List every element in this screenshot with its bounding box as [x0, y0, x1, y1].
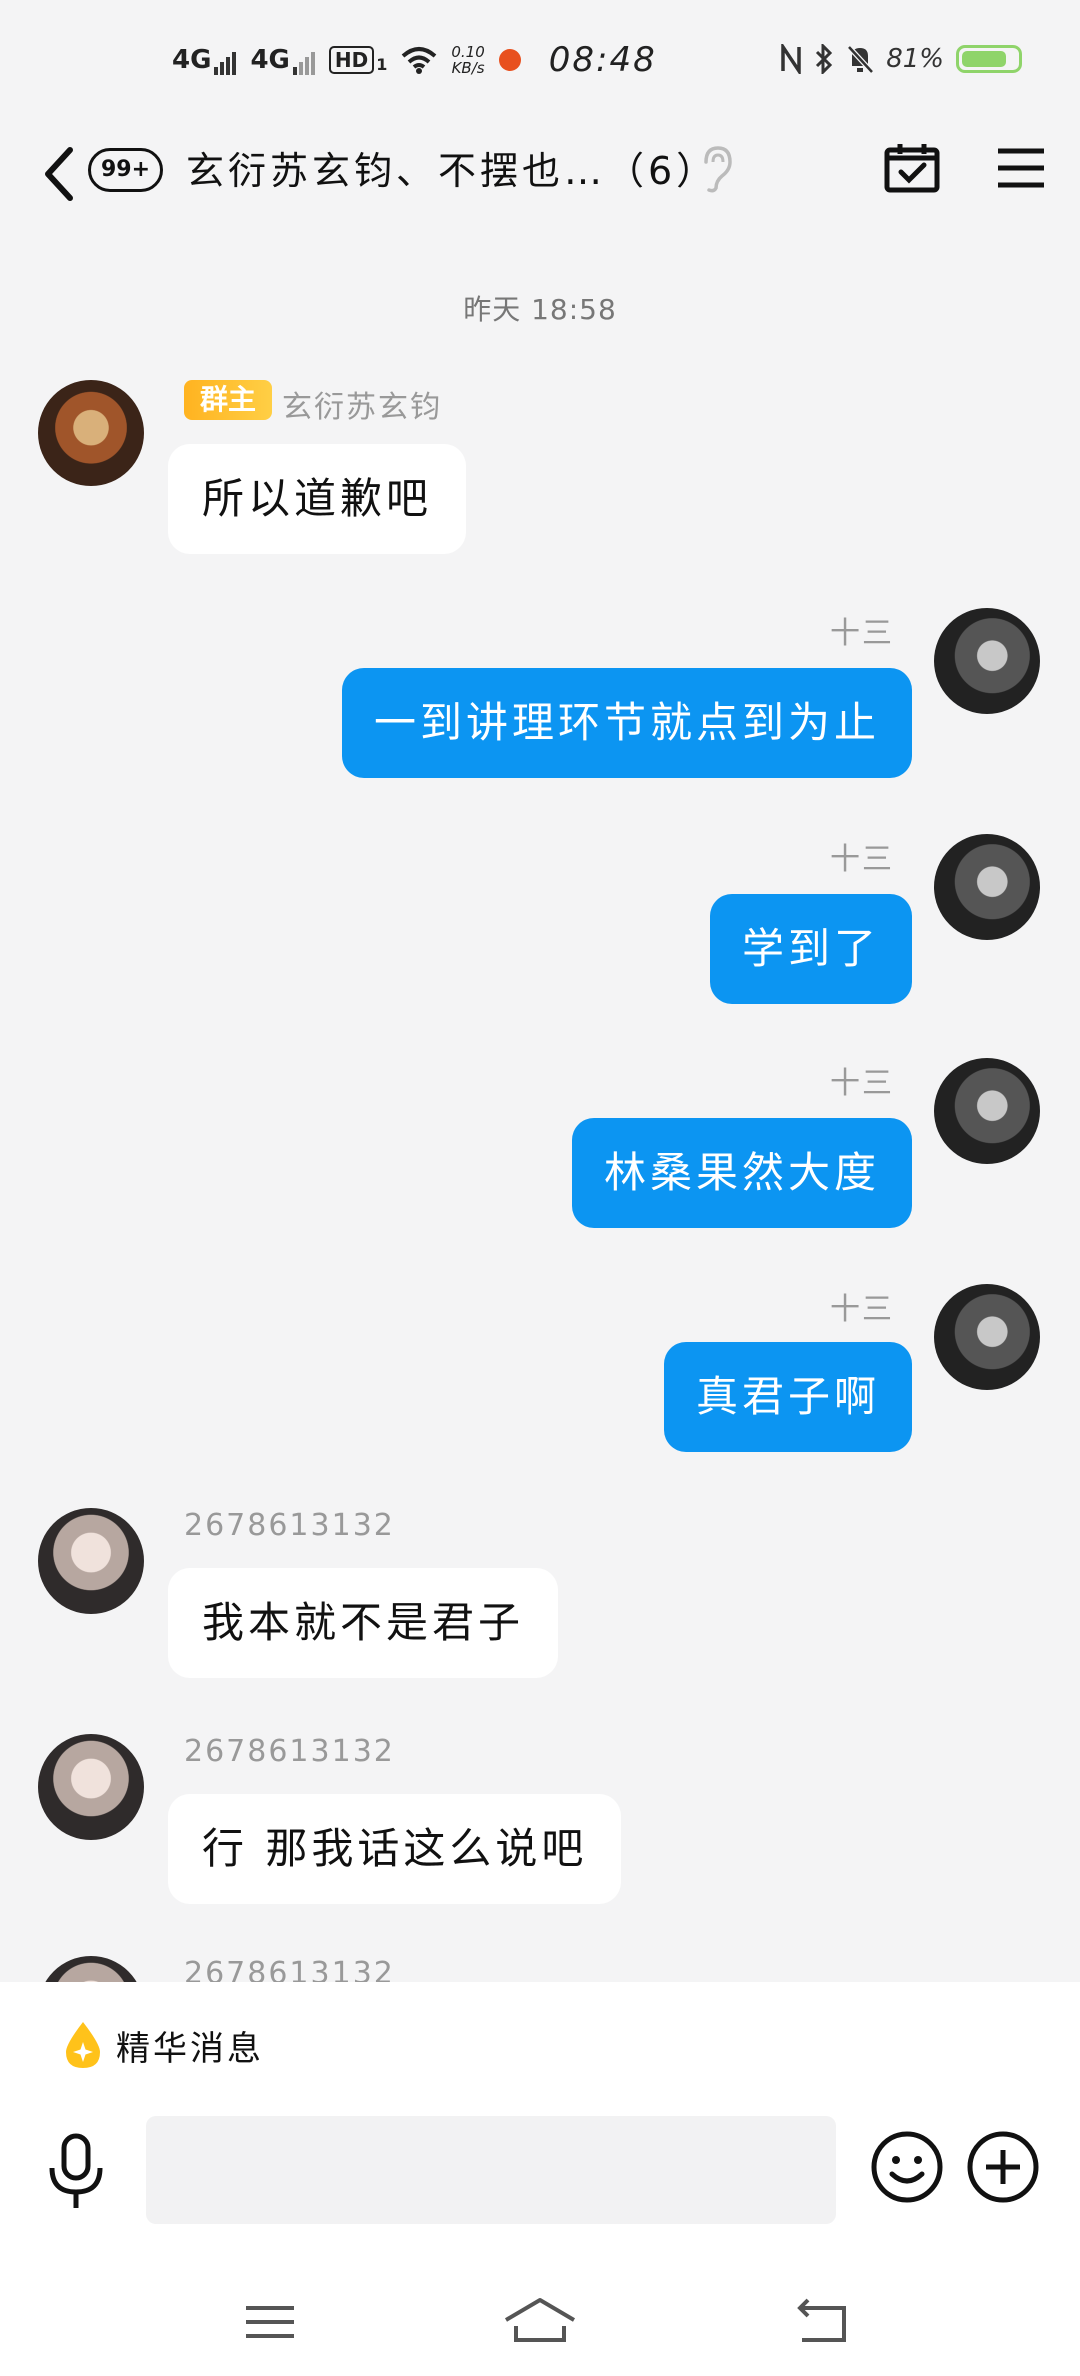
ear-icon[interactable]	[700, 144, 736, 194]
back-nav-icon[interactable]	[790, 2290, 854, 2354]
signal-4g-1: 4G	[172, 45, 237, 75]
avatar[interactable]	[934, 1284, 1040, 1390]
avatar[interactable]	[934, 1058, 1040, 1164]
sender-name: 2678613132	[184, 1734, 395, 1769]
menu-icon[interactable]	[996, 146, 1046, 190]
bluetooth-icon	[816, 44, 833, 74]
avatar[interactable]	[934, 608, 1040, 714]
date-divider: 昨天 18:58	[463, 293, 617, 326]
message-input[interactable]	[146, 2116, 836, 2224]
sender-name: 玄衍苏玄钧	[282, 390, 442, 425]
calendar-check-icon[interactable]	[884, 142, 940, 194]
unread-count-badge[interactable]: 99+	[88, 148, 164, 192]
message-bubble[interactable]: 所以道歉吧	[168, 444, 467, 554]
status-left: 4G 4G HD 1 0.10 KB/s 08:48	[172, 40, 657, 80]
hd-label: HD	[328, 46, 375, 74]
sender-name: 2678613132	[184, 1508, 395, 1543]
sender-name: 十三	[830, 1292, 894, 1327]
sender-name: 十三	[830, 1066, 894, 1101]
signal-4g-2: 4G	[250, 45, 315, 75]
signal-label-2: 4G	[250, 45, 290, 75]
notification-app-icon	[498, 49, 521, 71]
avatar[interactable]	[38, 1734, 144, 1840]
avatar[interactable]	[38, 380, 144, 486]
chat-title[interactable]: 玄衍苏玄钧、不摆也…（6）	[186, 140, 718, 195]
avatar[interactable]	[38, 1508, 144, 1614]
system-nav-bar	[0, 2272, 1080, 2376]
sender-name: 十三	[830, 842, 894, 877]
home-icon[interactable]	[502, 2290, 578, 2354]
battery-percent: 81%	[886, 44, 944, 74]
battery-fill	[962, 51, 1006, 67]
net-speed-value: 0.10	[451, 43, 485, 61]
signal-bars-icon	[292, 51, 315, 75]
message-bubble[interactable]: 行 那我话这么说吧	[168, 1794, 622, 1904]
message-bubble[interactable]: 真君子啊	[663, 1342, 912, 1452]
message-bubble[interactable]: 林桑果然大度	[571, 1118, 912, 1228]
nfc-icon	[781, 44, 801, 74]
status-right: 81%	[780, 44, 1022, 74]
hd-badge: HD 1	[328, 46, 388, 74]
net-speed-unit: KB/s	[451, 59, 485, 77]
status-bar: 4G 4G HD 1 0.10 KB/s 08:48 81%	[0, 0, 1080, 126]
sender-name: 十三	[830, 616, 894, 651]
essence-drop-icon	[66, 2022, 100, 2068]
avatar[interactable]	[934, 834, 1040, 940]
battery-icon	[956, 45, 1022, 73]
message-bubble[interactable]: 一到讲理环节就点到为止	[341, 668, 912, 778]
message-bubble[interactable]: 学到了	[709, 894, 912, 1004]
signal-label-1: 4G	[172, 45, 212, 75]
essence-label: 精华消息	[116, 2028, 264, 2069]
net-speed: 0.10 KB/s	[451, 44, 484, 76]
wifi-icon	[402, 47, 437, 74]
essence-messages-button[interactable]: 精华消息	[64, 2020, 264, 2070]
microphone-icon[interactable]	[46, 2132, 106, 2212]
hd-sub: 1	[376, 55, 388, 74]
emoji-icon[interactable]	[870, 2130, 944, 2204]
plus-icon[interactable]	[966, 2130, 1040, 2204]
back-arrow-icon[interactable]	[40, 144, 80, 204]
recent-apps-icon[interactable]	[238, 2290, 302, 2354]
signal-bars-icon	[214, 51, 237, 75]
clock: 08:48	[548, 40, 657, 80]
mute-bell-icon	[847, 45, 875, 74]
owner-badge: 群主	[184, 380, 272, 420]
message-bubble[interactable]: 我本就不是君子	[168, 1568, 559, 1678]
